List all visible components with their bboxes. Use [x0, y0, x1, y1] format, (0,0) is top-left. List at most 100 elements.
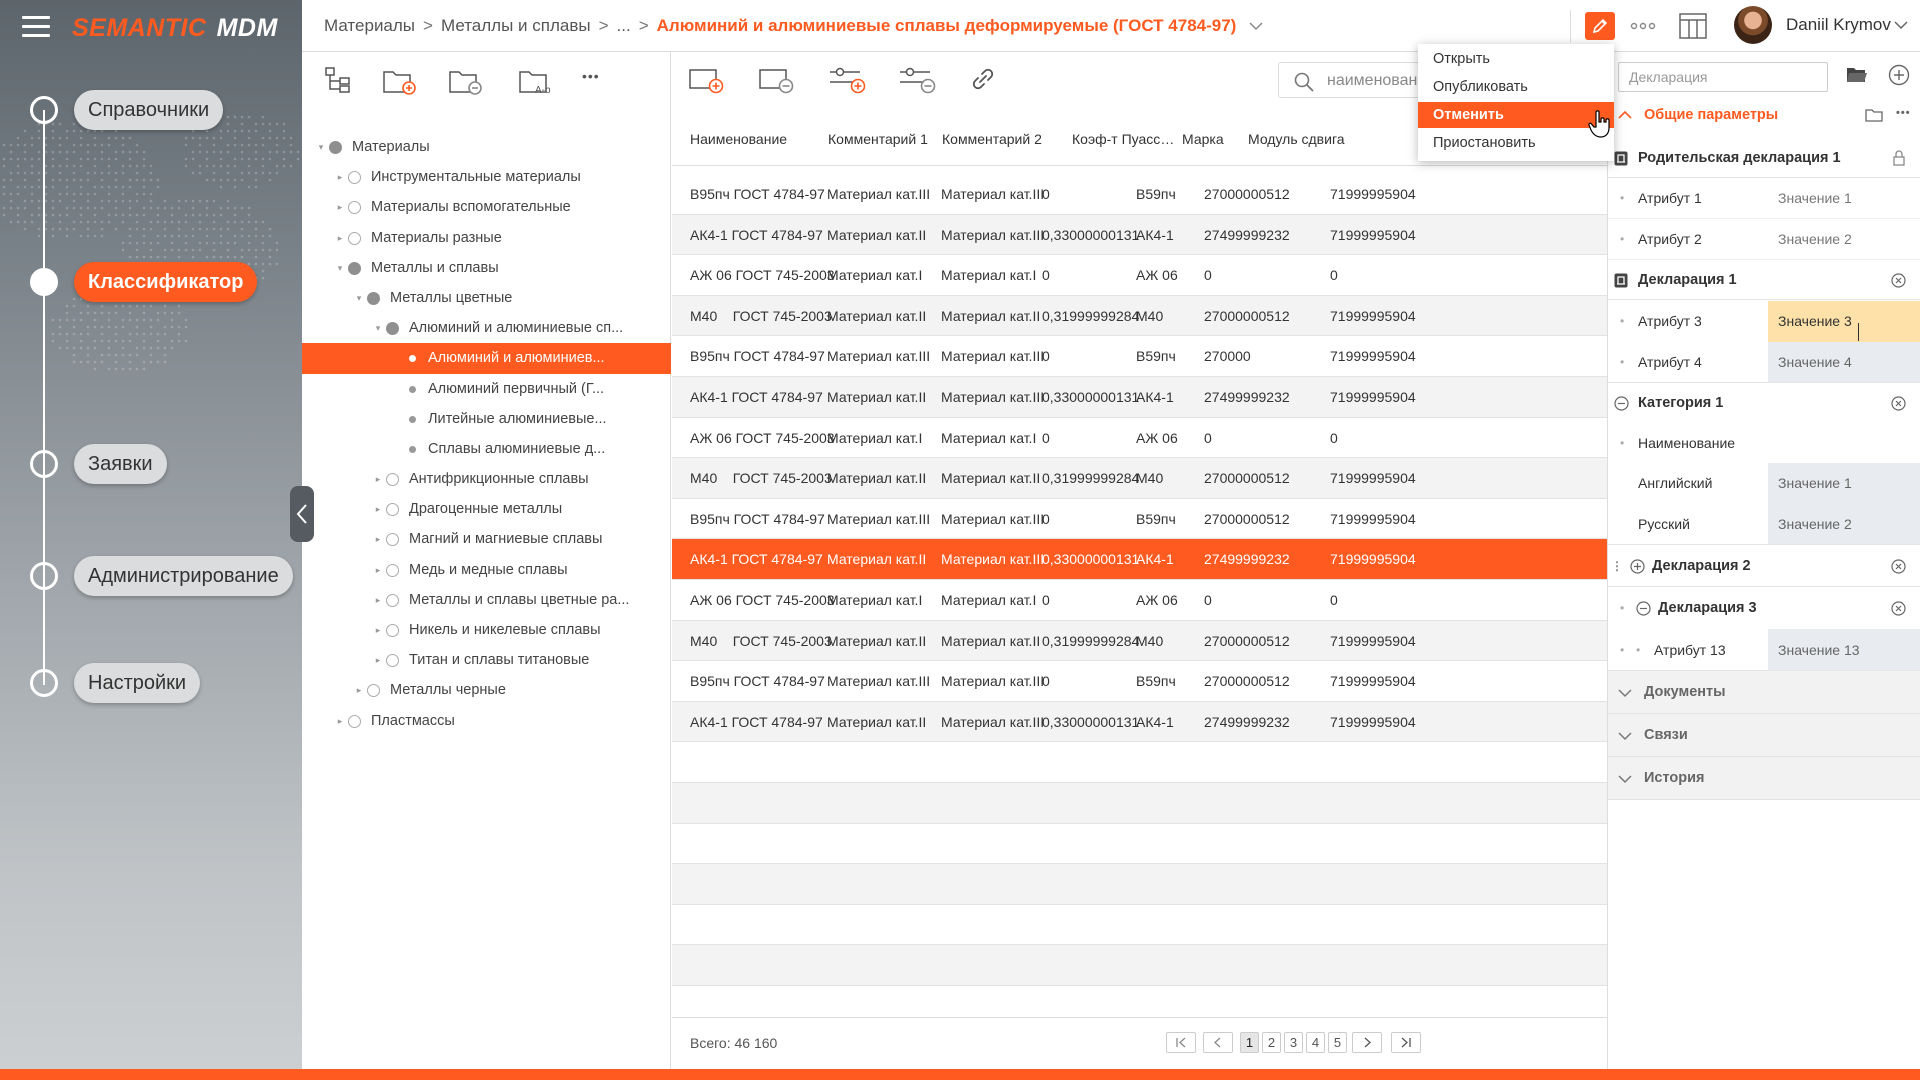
attribute-value-input[interactable]: Значение 3 — [1768, 301, 1920, 342]
column-header-name[interactable]: Наименование — [690, 131, 820, 147]
tree-item[interactable]: ▸ Инструментальные материалы — [302, 162, 671, 192]
menu-item-suspend[interactable]: Приостановить — [1418, 130, 1614, 156]
folder-sort-icon[interactable]: A-b — [518, 66, 558, 96]
breadcrumb-current[interactable]: Алюминий и алюминиевые сплавы деформируе… — [657, 16, 1237, 35]
tree-item[interactable]: ▸ Титан и сплавы титановые — [302, 645, 671, 675]
last-page-button[interactable] — [1391, 1032, 1421, 1053]
collapsed-arrow-icon[interactable]: ▸ — [373, 494, 383, 524]
folder-add-icon[interactable] — [382, 66, 418, 96]
tree-item[interactable]: Алюминий первичный (Г... — [302, 374, 671, 404]
declaration-input[interactable]: Декларация — [1618, 62, 1828, 92]
tree-structure-icon[interactable] — [324, 66, 352, 94]
column-header-shear-modulus[interactable]: Модуль сдвига — [1248, 131, 1352, 147]
declaration-2-header[interactable]: ⋮ Декларация 2 — [1608, 545, 1920, 587]
chevron-down-icon[interactable] — [1894, 20, 1908, 30]
user-name[interactable]: Daniil Krymov — [1786, 15, 1891, 35]
close-circle-icon[interactable] — [1891, 396, 1906, 411]
collapsed-arrow-icon[interactable]: ▸ — [373, 585, 383, 615]
collapse-panel-button[interactable] — [290, 486, 314, 542]
tree-item[interactable]: Сплавы алюминиевые д... — [302, 434, 671, 464]
breadcrumb-item-metals[interactable]: Металлы и сплавы — [441, 16, 591, 35]
tree-item[interactable]: ▾ Материалы — [302, 132, 671, 162]
expanded-arrow-icon[interactable]: ▾ — [335, 253, 345, 283]
menu-item-cancel[interactable]: Отменить — [1418, 102, 1614, 128]
tree-item[interactable]: ▸ Металлы черные — [302, 675, 671, 705]
page-3-button[interactable]: 3 — [1284, 1032, 1303, 1053]
tree-item[interactable]: ▸ Медь и медные сплавы — [302, 555, 671, 585]
tree-item[interactable]: ▾ Металлы и сплавы — [302, 253, 671, 283]
section-documents[interactable]: Документы — [1608, 671, 1920, 714]
tree-item[interactable]: ▸ Драгоценные металлы — [302, 494, 671, 524]
table-row[interactable]: В95пч ГОСТ 4784-97 Материал кат.III Матери… — [672, 499, 1607, 540]
close-circle-icon[interactable] — [1891, 601, 1906, 616]
page-4-button[interactable]: 4 — [1306, 1032, 1325, 1053]
declaration-1-header[interactable]: Декларация 1 — [1608, 260, 1920, 300]
menu-item-open[interactable]: Открыть — [1418, 46, 1614, 72]
tree-item[interactable]: Алюминий и алюминиев... — [302, 343, 671, 374]
add-filter-icon[interactable] — [828, 64, 868, 96]
attribute-value-input[interactable]: Значение 2 — [1768, 504, 1920, 544]
folder-remove-icon[interactable] — [448, 66, 484, 96]
drag-handle-icon[interactable]: ⋮ — [1611, 545, 1623, 587]
section-links[interactable]: Связи — [1608, 714, 1920, 757]
edit-button[interactable] — [1585, 12, 1615, 40]
breadcrumb-ellipsis[interactable]: ... — [617, 16, 631, 35]
collapsed-arrow-icon[interactable]: ▸ — [335, 706, 345, 736]
tree-item[interactable]: Литейные алюминиевые... — [302, 404, 671, 434]
page-2-button[interactable]: 2 — [1262, 1032, 1281, 1053]
collapse-circle-icon[interactable] — [1614, 396, 1629, 411]
collapsed-arrow-icon[interactable]: ▸ — [373, 645, 383, 675]
collapsed-arrow-icon[interactable]: ▸ — [373, 555, 383, 585]
close-circle-icon[interactable] — [1891, 273, 1906, 288]
expanded-arrow-icon[interactable]: ▾ — [373, 313, 383, 343]
table-row[interactable]: АЖ 06 ГОСТ 745-2003 Материал кат.I Материа… — [672, 255, 1607, 296]
nav-item-handbooks[interactable]: Справочники — [74, 90, 224, 130]
collapsed-arrow-icon[interactable]: ▸ — [335, 162, 345, 192]
nav-item-requests[interactable]: Заявки — [74, 444, 167, 484]
attribute-value-input[interactable]: Значение 1 — [1768, 463, 1920, 504]
breadcrumb-item-materials[interactable]: Материалы — [324, 16, 415, 35]
link-icon[interactable] — [968, 64, 998, 94]
add-circle-icon[interactable] — [1888, 64, 1910, 86]
section-history[interactable]: История — [1608, 757, 1920, 800]
category-1-header[interactable]: Категория 1 — [1608, 383, 1920, 423]
table-row[interactable]: АК4-1 ГОСТ 4784-97 Материал кат.II Материа… — [672, 214, 1607, 256]
table-row[interactable]: АК4-1 ГОСТ 4784-97 Материал кат.II Материа… — [672, 539, 1607, 580]
attribute-value-input[interactable]: Значение 13 — [1768, 629, 1920, 670]
page-5-button[interactable]: 5 — [1328, 1032, 1347, 1053]
table-row[interactable]: М40 ГОСТ 745-2003 Материал кат.II Материал… — [672, 620, 1607, 662]
remove-filter-icon[interactable] — [898, 64, 938, 96]
column-header-grade[interactable]: Марка — [1182, 131, 1242, 147]
expanded-arrow-icon[interactable]: ▾ — [354, 283, 364, 313]
folder-open-icon[interactable] — [1846, 65, 1868, 85]
table-row[interactable]: В95пч ГОСТ 4784-97 Материал кат.III Матери… — [672, 661, 1607, 702]
table-row[interactable]: АЖ 06 ГОСТ 745-2003 Материал кат.I Материа… — [672, 418, 1607, 459]
table-row[interactable]: В95пч ГОСТ 4784-97 Материал кат.III Матери… — [672, 174, 1607, 215]
menu-item-publish[interactable]: Опубликовать — [1418, 74, 1614, 100]
tree-item[interactable]: ▸ Металлы и сплавы цветные ра... — [302, 585, 671, 615]
collapse-circle-icon[interactable] — [1636, 601, 1651, 616]
first-page-button[interactable] — [1166, 1032, 1196, 1053]
column-header-poisson[interactable]: Коэф-т Пуассона — [1072, 131, 1175, 147]
collapsed-arrow-icon[interactable]: ▸ — [373, 615, 383, 645]
tree-item[interactable]: ▸ Антифрикционные сплавы — [302, 464, 671, 494]
parent-declaration-header[interactable]: Родительская декларация 1 — [1608, 138, 1920, 178]
column-header-comment2[interactable]: Комментарий 2 — [942, 131, 1067, 147]
tree-item[interactable]: ▸ Материалы разные — [302, 223, 671, 253]
folder-icon[interactable] — [1865, 108, 1883, 122]
tree-item[interactable]: ▸ Пластмассы — [302, 706, 671, 736]
user-avatar[interactable] — [1734, 6, 1772, 44]
nav-item-administration[interactable]: Администрирование — [74, 556, 293, 596]
nav-item-settings[interactable]: Настройки — [74, 663, 201, 703]
table-row[interactable]: В95пч ГОСТ 4784-97 Материал кат.III Матери… — [672, 336, 1607, 377]
general-params-header[interactable]: Общие параметры ••• — [1608, 98, 1920, 132]
chevron-down-icon[interactable] — [1249, 21, 1263, 31]
tree-item[interactable]: ▸ Материалы вспомогательные — [302, 192, 671, 222]
column-header-comment1[interactable]: Комментарий 1 — [828, 131, 958, 147]
tree-item[interactable]: ▾ Металлы цветные — [302, 283, 671, 313]
table-row[interactable]: АК4-1 ГОСТ 4784-97 Материал кат.II Материа… — [672, 376, 1607, 418]
expand-circle-icon[interactable] — [1630, 559, 1645, 574]
attribute-value-input[interactable]: Значение 4 — [1768, 342, 1920, 382]
tree-item[interactable]: ▸ Магний и магниевые сплавы — [302, 524, 671, 554]
collapsed-arrow-icon[interactable]: ▸ — [354, 675, 364, 705]
